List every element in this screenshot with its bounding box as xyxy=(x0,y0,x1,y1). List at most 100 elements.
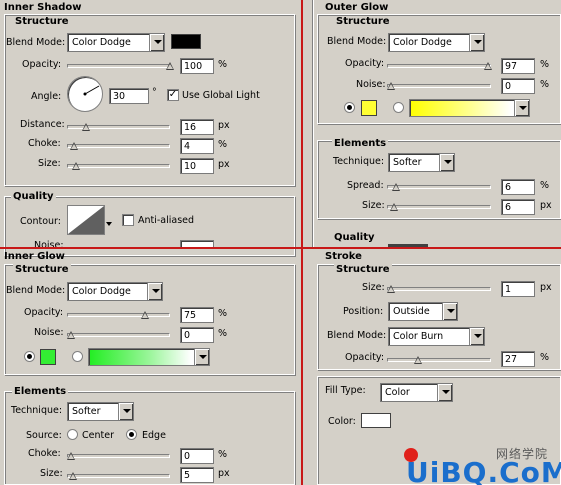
stroke-opacity-unit: % xyxy=(540,352,550,363)
outer-glow-noise-slider[interactable] xyxy=(387,84,491,88)
inner-shadow-choke-field[interactable]: 4 xyxy=(180,138,214,154)
outer-glow-size-field[interactable]: 6 xyxy=(501,199,535,215)
inner-glow-source-edge-label: Edge xyxy=(142,430,166,441)
inner-glow-opacity-slider[interactable] xyxy=(67,313,170,317)
inner-glow-source-center-radio[interactable] xyxy=(67,429,78,440)
inner-glow-gradient-radio[interactable] xyxy=(72,351,83,362)
inner-glow-choke-field[interactable]: 0 xyxy=(180,448,214,464)
inner-shadow-size-label: Size: xyxy=(38,158,61,169)
inner-shadow-distance-thumb[interactable] xyxy=(82,123,90,131)
outer-glow-size-slider[interactable] xyxy=(387,205,491,209)
stroke-opacity-field[interactable]: 27 xyxy=(501,351,535,367)
inner-shadow-choke-unit: % xyxy=(218,139,228,150)
inner-shadow-distance-label: Distance: xyxy=(20,119,65,130)
inner-shadow-choke-label: Choke: xyxy=(28,138,61,149)
inner-shadow-blend-select[interactable]: Color Dodge xyxy=(67,33,165,52)
stroke-position-select[interactable]: Outside xyxy=(388,302,458,321)
inner-glow-size-slider[interactable] xyxy=(67,474,170,478)
inner-glow-technique-select[interactable]: Softer xyxy=(67,402,134,421)
vertical-guide-line xyxy=(301,0,303,485)
inner-shadow-angle-unit: ° xyxy=(152,87,157,98)
inner-shadow-opacity-slider[interactable] xyxy=(67,64,170,68)
inner-glow-size-unit: px xyxy=(218,468,230,479)
outer-glow-noise-field[interactable]: 0 xyxy=(501,78,535,94)
outer-glow-spread-slider[interactable] xyxy=(387,185,491,189)
inner-shadow-opacity-field[interactable]: 100 xyxy=(180,58,214,74)
inner-shadow-size-field[interactable]: 10 xyxy=(180,158,214,174)
stroke-opacity-slider[interactable] xyxy=(387,358,491,362)
inner-glow-choke-thumb[interactable] xyxy=(67,452,75,460)
outer-glow-spread-label: Spread: xyxy=(347,180,384,191)
chevron-down-icon xyxy=(442,303,457,320)
inner-shadow-choke-slider[interactable] xyxy=(67,144,170,148)
outer-glow-size-thumb[interactable] xyxy=(390,203,398,211)
inner-glow-title: Inner Glow xyxy=(4,251,65,262)
inner-glow-noise-label: Noise: xyxy=(34,327,64,338)
inner-glow-source-edge-radio[interactable] xyxy=(126,429,137,440)
inner-glow-noise-thumb[interactable] xyxy=(67,331,75,339)
stroke-blend-select[interactable]: Color Burn xyxy=(388,327,485,346)
inner-glow-size-thumb[interactable] xyxy=(69,472,77,480)
inner-shadow-opacity-label: Opacity: xyxy=(22,59,62,70)
inner-glow-solid-color-radio[interactable] xyxy=(24,351,35,362)
chevron-down-icon xyxy=(118,403,133,420)
outer-glow-blend-value: Color Dodge xyxy=(393,37,452,48)
watermark-sub: 网络学院 xyxy=(496,447,549,461)
inner-glow-opacity-field[interactable]: 75 xyxy=(180,307,214,323)
stroke-color-swatch[interactable] xyxy=(361,413,391,428)
inner-shadow-angle-label: Angle: xyxy=(31,91,62,102)
stroke-size-label: Size: xyxy=(362,282,385,293)
stroke-fill-type-select[interactable]: Color xyxy=(380,383,453,402)
outer-glow-noise-thumb[interactable] xyxy=(387,82,395,90)
inner-shadow-opacity-unit: % xyxy=(218,59,228,70)
inner-shadow-opacity-thumb[interactable] xyxy=(166,62,174,70)
outer-glow-spread-field[interactable]: 6 xyxy=(501,179,535,195)
stroke-size-thumb[interactable] xyxy=(387,285,395,293)
stroke-opacity-thumb[interactable] xyxy=(414,356,422,364)
chevron-down-icon xyxy=(514,100,529,116)
outer-glow-technique-select[interactable]: Softer xyxy=(388,153,455,172)
inner-shadow-choke-thumb[interactable] xyxy=(70,142,78,150)
inner-shadow-global-light-checkbox[interactable]: ✓ xyxy=(167,89,179,101)
stroke-size-unit: px xyxy=(540,282,552,293)
outer-glow-opacity-thumb[interactable] xyxy=(484,62,492,70)
chevron-down-icon xyxy=(469,328,484,345)
outer-glow-gradient-picker[interactable] xyxy=(409,99,530,117)
inner-glow-choke-slider[interactable] xyxy=(67,454,170,458)
inner-glow-blend-label: Blend Mode: xyxy=(6,285,66,296)
outer-glow-opacity-slider[interactable] xyxy=(387,64,491,68)
contour-preview-icon[interactable] xyxy=(67,205,105,235)
inner-glow-gradient-picker[interactable] xyxy=(88,348,210,366)
inner-shadow-angle-field[interactable]: 30 xyxy=(109,88,149,104)
inner-shadow-distance-field[interactable]: 16 xyxy=(180,119,214,135)
angle-dial-icon[interactable] xyxy=(67,76,103,112)
inner-glow-size-field[interactable]: 5 xyxy=(180,467,214,483)
outer-glow-blend-select[interactable]: Color Dodge xyxy=(388,33,485,52)
inner-glow-opacity-label: Opacity: xyxy=(24,307,64,318)
stroke-opacity-label: Opacity: xyxy=(345,352,385,363)
inner-glow-blend-select[interactable]: Color Dodge xyxy=(67,282,163,301)
inner-shadow-distance-unit: px xyxy=(218,120,230,131)
outer-glow-spread-thumb[interactable] xyxy=(392,183,400,191)
inner-glow-noise-slider[interactable] xyxy=(67,333,170,337)
inner-shadow-size-thumb[interactable] xyxy=(72,162,80,170)
stroke-size-slider[interactable] xyxy=(387,287,491,291)
inner-shadow-color-swatch[interactable] xyxy=(171,34,201,49)
stroke-blend-label: Blend Mode: xyxy=(327,330,387,341)
inner-shadow-antialiased-checkbox[interactable] xyxy=(122,214,134,226)
outer-glow-solid-color-radio[interactable] xyxy=(344,102,355,113)
stroke-position-value: Outside xyxy=(393,306,430,317)
inner-glow-size-label: Size: xyxy=(40,468,63,479)
inner-glow-noise-field[interactable]: 0 xyxy=(180,327,214,343)
contour-dropdown-icon[interactable] xyxy=(106,222,112,226)
outer-glow-structure-label: Structure xyxy=(334,16,392,27)
inner-shadow-size-slider[interactable] xyxy=(67,164,170,168)
outer-glow-gradient-radio[interactable] xyxy=(393,102,404,113)
outer-glow-color-swatch[interactable] xyxy=(361,100,377,116)
watermark-logo: UiBQ.CoM 网络学院 xyxy=(400,446,561,485)
outer-glow-opacity-field[interactable]: 97 xyxy=(501,58,535,74)
stroke-size-field[interactable]: 1 xyxy=(501,281,535,297)
inner-glow-opacity-thumb[interactable] xyxy=(141,311,149,319)
outer-glow-noise-unit: % xyxy=(540,79,550,90)
inner-glow-color-swatch[interactable] xyxy=(40,349,56,365)
